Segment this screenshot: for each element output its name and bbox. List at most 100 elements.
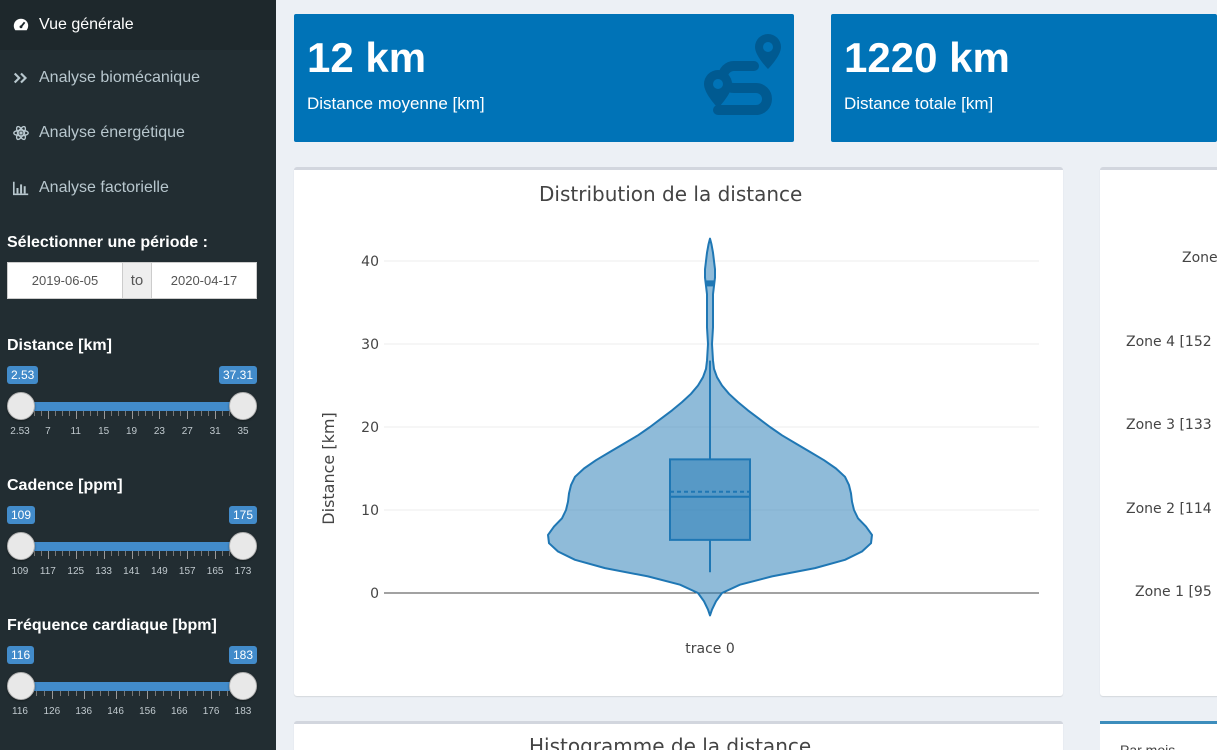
dashboard-icon xyxy=(10,16,32,34)
slider-min-badge: 2.53 xyxy=(7,366,39,384)
y-tick-label: 30 xyxy=(361,337,379,353)
slider-tick xyxy=(117,411,119,416)
slider-max-badge: 183 xyxy=(228,646,257,664)
slider-tick xyxy=(155,691,157,696)
slider-tick xyxy=(201,551,203,556)
slider-tick xyxy=(211,691,213,699)
slider-tick xyxy=(152,551,154,556)
slider-tick-label: 116 xyxy=(12,706,28,717)
menu-item-analyse-factorielle[interactable]: Analyse factorielle xyxy=(0,160,276,215)
slider-ticks xyxy=(20,691,244,699)
menu-item-analyse-energetique[interactable]: Analyse énergétique xyxy=(0,105,276,160)
total-distance-value: 1220 km xyxy=(844,34,1010,81)
slider-tick xyxy=(54,551,56,556)
sidebar: Vue générale Analyse biomécanique Analys… xyxy=(0,0,276,750)
slider-tick-label: 166 xyxy=(170,706,188,717)
distance-slider[interactable]: 2.53 37.31 2.53 7 11 15 19 23 27 31 35 xyxy=(7,366,257,446)
slider-tick xyxy=(83,691,85,699)
slider-tick xyxy=(147,691,149,699)
zone-label: Zone 4 [152 xyxy=(1126,334,1212,350)
slider-ticks xyxy=(20,551,244,559)
slider-tick xyxy=(145,411,147,416)
slider-tick xyxy=(173,411,175,416)
slider-max-handle[interactable] xyxy=(229,532,257,560)
slider-tick xyxy=(138,551,140,556)
slider-tick xyxy=(203,691,205,696)
slider-tick xyxy=(187,411,189,419)
slider-tick xyxy=(215,551,217,559)
slider-tick xyxy=(40,411,42,416)
slider-tick xyxy=(67,691,69,696)
slider-tick-label: 156 xyxy=(139,706,156,717)
slider-tick xyxy=(215,411,217,419)
slider-tick xyxy=(68,551,70,556)
slider-track[interactable] xyxy=(20,682,243,691)
slider-tick-label: 126 xyxy=(43,706,61,717)
slider-tick xyxy=(131,691,133,696)
slider-min-handle[interactable] xyxy=(7,392,35,420)
slider-tick xyxy=(61,551,63,556)
total-distance-label: Distance totale [km] xyxy=(844,94,994,113)
slider-max-handle[interactable] xyxy=(229,672,257,700)
slider-tick xyxy=(75,411,77,419)
slider-tick xyxy=(138,411,140,416)
slider-tick xyxy=(131,411,133,419)
slider-tick xyxy=(43,691,45,696)
violin-chart[interactable]: 0 10 20 30 40 Distance [km] trace 0 xyxy=(294,170,1063,696)
slider-tick xyxy=(35,691,37,696)
slider-track[interactable] xyxy=(20,402,243,411)
slider-tick-label: 133 xyxy=(95,566,112,577)
slider-tick xyxy=(51,691,53,699)
period-label: Sélectionner une période : xyxy=(7,234,208,251)
slider-tick xyxy=(124,411,126,416)
slider-tick-label: 183 xyxy=(234,706,252,717)
slider-tick xyxy=(82,551,84,556)
slider-tick xyxy=(54,411,56,416)
slider-tick xyxy=(163,691,165,696)
slider-tick xyxy=(89,551,91,556)
mean-distance-label: Distance moyenne [km] xyxy=(307,94,485,113)
slider-tick-label: 157 xyxy=(178,566,196,577)
distance-slider-label: Distance [km] xyxy=(7,337,112,354)
slider-track[interactable] xyxy=(20,542,243,551)
slider-tick-label: 149 xyxy=(151,566,168,577)
cadence-slider-label: Cadence [ppm] xyxy=(7,477,123,494)
histogram-box: Histogramme de la distance xyxy=(294,721,1063,750)
end-date-input[interactable]: 2020-04-17 xyxy=(151,262,257,299)
menu-item-vue-generale[interactable]: Vue générale xyxy=(0,0,276,50)
slider-tick-label: 136 xyxy=(75,706,93,717)
y-tick-label: 20 xyxy=(361,420,379,436)
slider-tick-label: 165 xyxy=(206,566,224,577)
slider-max-handle[interactable] xyxy=(229,392,257,420)
slider-tick xyxy=(96,551,98,556)
slider-min-handle[interactable] xyxy=(7,532,35,560)
slider-tick-label: 23 xyxy=(153,426,165,437)
slider-tick xyxy=(179,691,181,699)
tab-par-mois[interactable]: Par mois xyxy=(1120,742,1175,750)
cadence-slider[interactable]: 109 175 109 117 125 133 141 149 157 165 173 xyxy=(7,506,257,586)
heart-rate-slider-label: Fréquence cardiaque [bpm] xyxy=(7,617,217,634)
slider-tick-label: 146 xyxy=(107,706,124,717)
slider-tick xyxy=(171,691,173,696)
slider-tick-label: 125 xyxy=(67,566,85,577)
menu-label: Analyse biomécanique xyxy=(39,68,200,86)
route-icon xyxy=(704,34,781,115)
slider-tick xyxy=(82,411,84,416)
slider-tick xyxy=(195,691,197,696)
slider-tick xyxy=(40,551,42,556)
slider-tick xyxy=(47,411,49,419)
value-box-mean-distance: 12 km Distance moyenne [km] xyxy=(294,14,794,142)
heart-rate-slider[interactable]: 116 183 116 126 136 146 156 166 176 183 xyxy=(7,646,257,726)
y-tick-label: 40 xyxy=(361,254,379,270)
slider-tick xyxy=(187,691,189,696)
zone-label: Zone 3 [133 xyxy=(1126,417,1212,433)
menu-item-analyse-biomecanique[interactable]: Analyse biomécanique xyxy=(0,50,276,105)
slider-tick xyxy=(219,691,221,696)
zones-panel: Zone Zone 4 [152 Zone 3 [133 Zone 2 [114… xyxy=(1100,167,1217,696)
slider-tick-label: 141 xyxy=(123,566,140,577)
slider-min-handle[interactable] xyxy=(7,672,35,700)
date-range-input: 2019-06-05 to 2020-04-17 xyxy=(7,262,257,299)
start-date-input[interactable]: 2019-06-05 xyxy=(7,262,123,299)
slider-tick xyxy=(145,551,147,556)
menu-label: Vue générale xyxy=(39,16,134,33)
